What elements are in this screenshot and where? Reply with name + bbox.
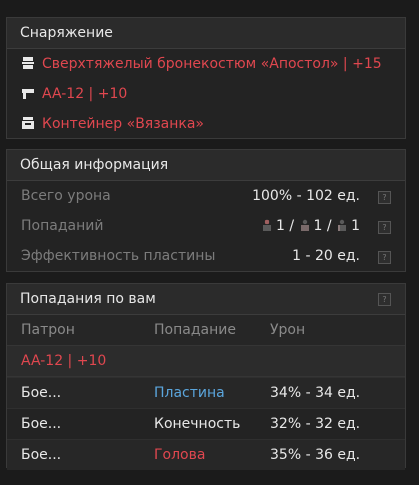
help-icon[interactable]: ?: [378, 251, 391, 264]
equipment-item-label: Контейнер «Вязанка»: [42, 116, 204, 132]
body-torso-icon: [300, 219, 309, 231]
general-info-title: Общая информация: [7, 150, 405, 181]
help-icon[interactable]: ?: [378, 191, 391, 204]
info-row-total-damage: Всего урона 100% - 102 ед. ?: [7, 181, 405, 211]
general-info-panel: Общая информация Всего урона 100% - 102 …: [6, 149, 406, 272]
info-value: 100% - 102 ед.: [252, 188, 360, 204]
equipment-title: Снаряжение: [7, 18, 405, 49]
damage-cell: 32% - 32 ед.: [270, 416, 361, 432]
hits-table-body: Бое... Пластина 34% - 34 ед. Бое... Коне…: [7, 377, 405, 470]
ammo-cell: Бое...: [21, 416, 62, 432]
equipment-item-armor[interactable]: Сверхтяжелый бронекостюм «Апостол» | +15: [7, 49, 405, 79]
info-row-hits: Попаданий 1 / 1 / 1 ?: [7, 211, 405, 241]
hits-separator: /: [326, 218, 332, 234]
equipment-item-label: Сверхтяжелый бронекостюм «Апостол» | +15: [42, 56, 382, 72]
hits-separator: /: [289, 218, 295, 234]
damage-cell: 34% - 34 ед.: [270, 385, 361, 401]
equipment-item-container[interactable]: Контейнер «Вязанка»: [7, 109, 405, 139]
table-row[interactable]: Бое... Голова 35% - 36 ед.: [7, 439, 405, 470]
equipment-item-gun[interactable]: AA-12 | +10: [7, 79, 405, 109]
body-head-icon: [262, 219, 271, 231]
hits-panel: Попадания по вам ? Патрон Попадание Урон…: [6, 283, 406, 470]
hit-part-cell: Конечность: [154, 416, 241, 432]
weapon-group-row[interactable]: AA-12 | +10: [7, 345, 405, 377]
ammo-cell: Бое...: [21, 385, 62, 401]
column-header-damage[interactable]: Урон: [270, 315, 305, 345]
damage-cell: 35% - 36 ед.: [270, 447, 361, 463]
hits-counter: 1 / 1 / 1: [261, 211, 360, 241]
hits-value: 1: [275, 218, 285, 234]
column-header-ammo[interactable]: Патрон: [21, 315, 75, 345]
ammo-cell: Бое...: [21, 447, 62, 463]
table-row[interactable]: Бое... Конечность 32% - 32 ед.: [7, 408, 405, 439]
equipment-item-label: AA-12 | +10: [42, 86, 128, 102]
hit-part-cell: Голова: [154, 447, 206, 463]
gun-icon: [22, 89, 34, 99]
info-label: Попаданий: [21, 218, 104, 234]
body-limb-icon: [338, 219, 347, 231]
info-row-plate-efficiency: Эффективность пластины 1 - 20 ед. ?: [7, 241, 405, 271]
hits-value: 1: [351, 218, 360, 234]
info-value: 1 - 20 ед.: [292, 248, 360, 264]
hits-table-header: Патрон Попадание Урон: [7, 315, 405, 345]
hits-title: Попадания по вам ?: [7, 284, 405, 315]
hits-title-text: Попадания по вам: [20, 291, 156, 307]
equipment-panel: Снаряжение Сверхтяжелый бронекостюм «Апо…: [6, 17, 406, 139]
info-label: Всего урона: [21, 188, 111, 204]
table-row[interactable]: Бое... Пластина 34% - 34 ед.: [7, 377, 405, 408]
hit-part-cell: Пластина: [154, 385, 225, 401]
container-icon: [22, 117, 34, 129]
info-label: Эффективность пластины: [21, 248, 216, 264]
column-header-hit[interactable]: Попадание: [154, 315, 236, 345]
armor-icon: [22, 57, 34, 69]
hits-value: 1: [313, 218, 323, 234]
help-icon[interactable]: ?: [378, 221, 391, 234]
help-icon[interactable]: ?: [378, 293, 391, 306]
